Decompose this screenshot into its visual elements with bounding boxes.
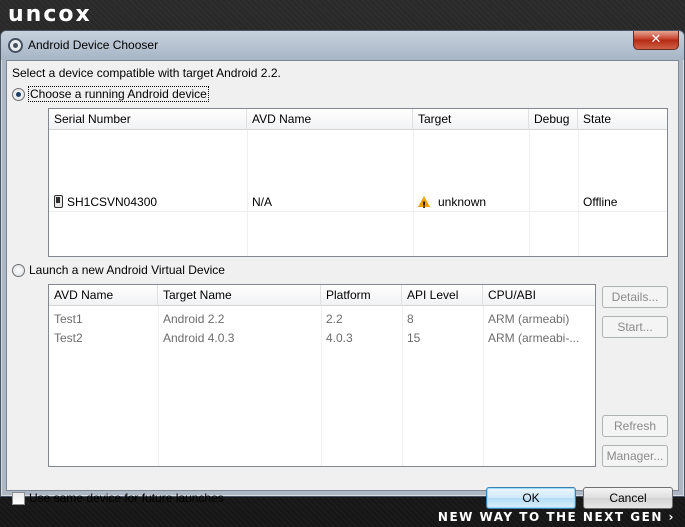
debug-cell [529,193,578,212]
instruction-text: Select a device compatible with target A… [12,66,281,80]
target-name-cell: Android 4.0.3 [163,331,235,345]
state-cell: Offline [583,195,618,209]
same-device-option[interactable]: Use same device for future launches [12,491,224,505]
cpu-abi-cell: ARM (armeabi) [488,312,570,326]
col-serial-number[interactable]: Serial Number [49,109,247,130]
refresh-button[interactable]: Refresh [602,415,668,437]
col-debug[interactable]: Debug [529,109,578,130]
col-avd-name[interactable]: AVD Name [49,285,158,306]
warning-icon [418,196,430,212]
launch-avd-radio[interactable] [12,263,25,277]
launch-avd-option[interactable]: Launch a new Android Virtual Device [12,263,225,277]
running-device-radio[interactable] [12,87,25,101]
window-title: Android Device Chooser [28,38,159,52]
col-state[interactable]: State [578,109,652,130]
col-target-name[interactable]: Target Name [158,285,321,306]
details-button[interactable]: Details... [602,286,668,308]
brand-tagline: NEW WAY TO THE NEXT GEN › [437,510,675,524]
avd-cell: N/A [252,195,273,209]
col-platform[interactable]: Platform [321,285,402,306]
cancel-button[interactable]: Cancel [583,487,673,509]
api-level-cell: 8 [407,312,414,326]
platform-cell: 2.2 [326,312,343,326]
running-device-option[interactable]: Choose a running Android device [12,86,209,102]
avd-name-cell: Test2 [54,331,83,345]
platform-cell: 4.0.3 [326,331,353,345]
running-device-label: Choose a running Android device [28,86,209,102]
close-icon: ✕ [650,32,662,47]
api-level-cell: 15 [407,331,421,345]
cpu-abi-cell: ARM (armeabi-... [488,331,580,345]
target-cell: unknown [413,193,529,212]
app-icon [8,38,23,53]
phone-icon [54,195,63,208]
devices-table: Serial Number AVD Name Target Debug Stat… [48,108,668,257]
table-row[interactable]: Test1 Android 2.2 2.2 8 ARM (armeabi) [49,310,595,329]
col-cpu-abi[interactable]: CPU/ABI [483,285,595,306]
ok-button[interactable]: OK [486,487,576,509]
table-row[interactable]: Test2 Android 4.0.3 4.0.3 15 ARM (armeab… [49,329,595,348]
col-api-level[interactable]: API Level [402,285,483,306]
col-avd-name[interactable]: AVD Name [247,109,413,130]
title-bar[interactable]: Android Device Chooser ✕ [1,31,684,60]
serial-cell: SH1CSVN04300 [49,193,247,212]
avd-name-cell: Test1 [54,312,83,326]
brand-logo: uncox [8,2,92,27]
avd-table: AVD Name Target Name Platform API Level … [48,284,596,467]
launch-avd-label: Launch a new Android Virtual Device [29,263,225,277]
target-name-cell: Android 2.2 [163,312,225,326]
close-button[interactable]: ✕ [633,31,679,50]
start-button[interactable]: Start... [602,316,668,338]
dialog-client-area: Select a device compatible with target A… [6,60,679,509]
table-row[interactable]: SH1CSVN04300 N/A unknown Offline [49,193,667,212]
same-device-label: Use same device for future launches [29,491,224,505]
manager-button[interactable]: Manager... [602,445,668,467]
device-chooser-window: Android Device Chooser ✕ Select a device… [0,30,685,509]
col-target[interactable]: Target [413,109,529,130]
same-device-checkbox[interactable] [12,491,25,505]
